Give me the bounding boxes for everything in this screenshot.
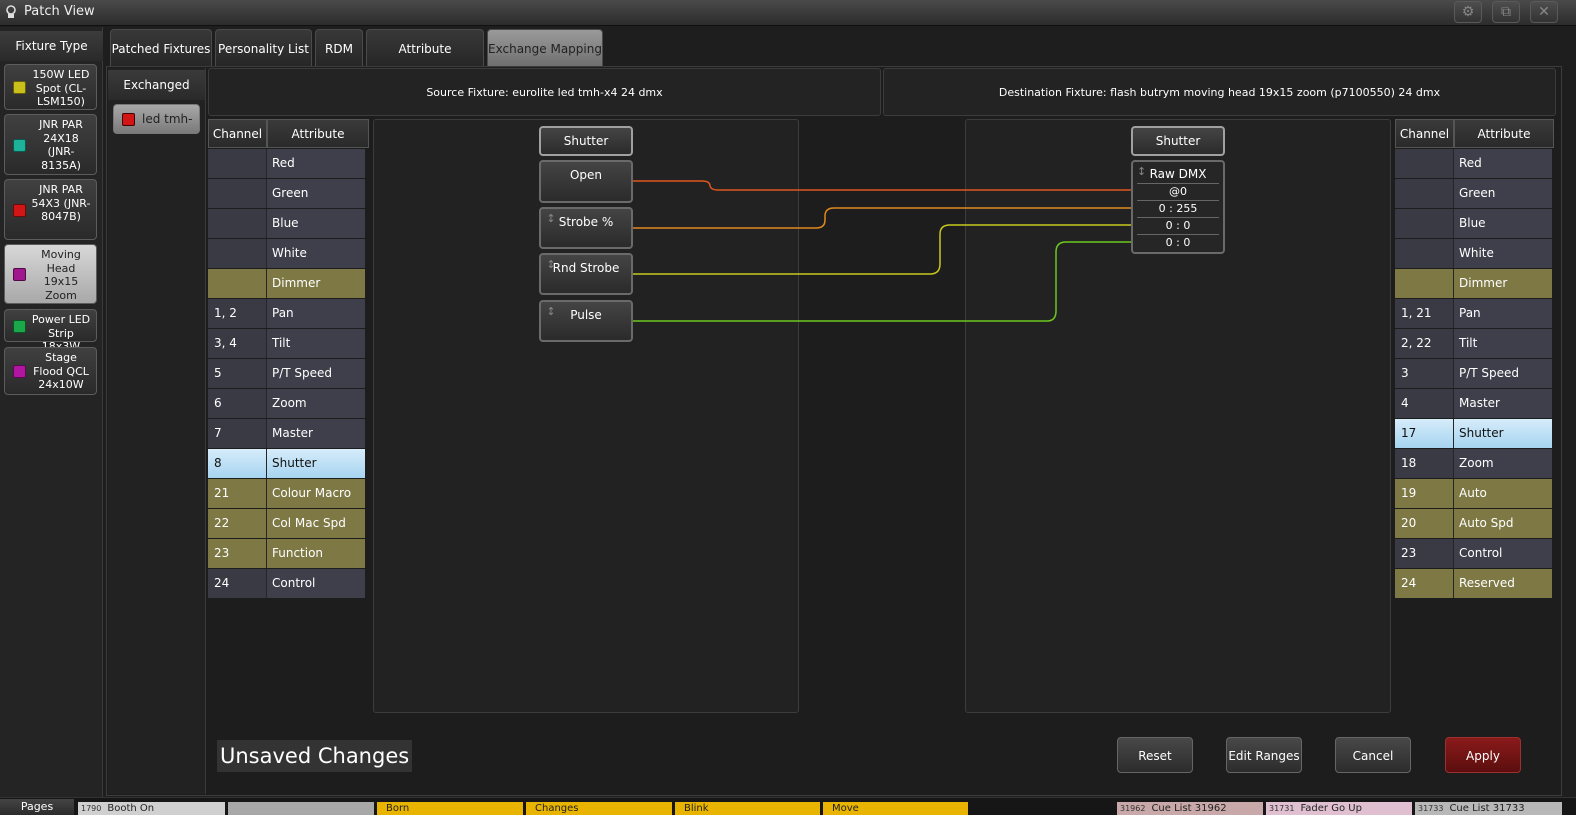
taskbar-cell-number: 31731	[1269, 804, 1295, 813]
mapping-item-label: Strobe %	[558, 215, 614, 229]
unsaved-changes-status: Unsaved Changes	[217, 740, 413, 772]
mapping-item-label: Open	[569, 168, 603, 182]
taskbar-cell-number: 31962	[1120, 804, 1146, 813]
raw-dmx-range[interactable]: 0 : 0	[1137, 219, 1219, 232]
source-shutter-label: Shutter	[563, 134, 609, 148]
cancel-button[interactable]: Cancel	[1335, 737, 1411, 773]
taskbar-cell-label: Born	[386, 803, 410, 814]
taskbar-cell-number: 1790	[81, 804, 102, 813]
taskbar-cell-label: Cue List 31733	[1449, 803, 1525, 814]
raw-dmx-value[interactable]: @0	[1137, 185, 1219, 198]
taskbar-cell[interactable]: 31962 Cue List 31962	[1117, 802, 1263, 815]
apply-button[interactable]: Apply	[1445, 737, 1521, 773]
taskbar-cell[interactable]: Move	[823, 802, 968, 815]
mapping-wire-rnd-strobe	[628, 224, 1137, 275]
divider	[1137, 217, 1219, 218]
patch-view-window: Patch View ⚙ ⧉ ✕ Fixture Type 150W LED S…	[0, 0, 1576, 815]
mapping-item-rnd-strobe[interactable]: ↕ Rnd Strobe	[539, 253, 633, 295]
taskbar-cell-label: Changes	[535, 803, 579, 814]
taskbar-cell-label: Blink	[684, 803, 709, 814]
raw-dmx-range[interactable]: 0 : 0	[1137, 236, 1219, 249]
pages-button[interactable]: Pages	[0, 799, 74, 815]
raw-dmx-box[interactable]: ↕ Raw DMX @0 0 : 255 0 : 0 0 : 0	[1131, 160, 1225, 254]
divider	[1137, 200, 1219, 201]
edit-ranges-button[interactable]: Edit Ranges	[1226, 737, 1302, 773]
taskbar-cell[interactable]: Born	[377, 802, 523, 815]
taskbar-cell[interactable]: Blink	[675, 802, 820, 815]
taskbar-cell-number: 31733	[1418, 804, 1444, 813]
taskbar-cell-label: Cue List 31962	[1151, 803, 1227, 814]
mapping-item-label: Rnd Strobe	[552, 261, 620, 275]
taskbar-cell[interactable]	[228, 802, 374, 815]
mapping-item-strobe[interactable]: ↕ Strobe %	[539, 207, 633, 249]
taskbar-cell-label: Move	[832, 803, 859, 814]
taskbar-cell-label	[231, 803, 237, 814]
mapping-wires	[628, 180, 1137, 322]
divider	[1137, 183, 1219, 184]
mapping-wire-open	[628, 180, 1137, 191]
taskbar-cell[interactable]: 1790 Booth On	[78, 802, 225, 815]
divider	[1137, 234, 1219, 235]
mapping-item-label: Pulse	[570, 308, 602, 322]
mapping-item-open[interactable]: Open	[539, 160, 633, 203]
taskbar-cell[interactable]: 31731 Fader Go Up	[1266, 802, 1412, 815]
taskbar-cell-label: Fader Go Up	[1300, 803, 1362, 814]
mapping-item-pulse[interactable]: ↕ Pulse	[539, 300, 633, 342]
taskbar-cell[interactable]: 31733 Cue List 31733	[1415, 802, 1562, 815]
destination-shutter-label: Shutter	[1155, 134, 1201, 148]
source-shutter-header[interactable]: Shutter	[539, 126, 633, 156]
taskbar-cell-label: Booth On	[107, 803, 155, 814]
destination-shutter-header[interactable]: Shutter	[1131, 126, 1225, 156]
raw-dmx-label: Raw DMX	[1149, 167, 1207, 181]
mapping-wire-pulse	[628, 241, 1137, 322]
reset-button[interactable]: Reset	[1117, 737, 1193, 773]
taskbar-cell[interactable]: Changes	[526, 802, 672, 815]
bottom-taskbar: Pages 1790 Booth On Born Changes Blink Move 31…	[0, 797, 1576, 815]
raw-dmx-range[interactable]: 0 : 255	[1137, 202, 1219, 215]
